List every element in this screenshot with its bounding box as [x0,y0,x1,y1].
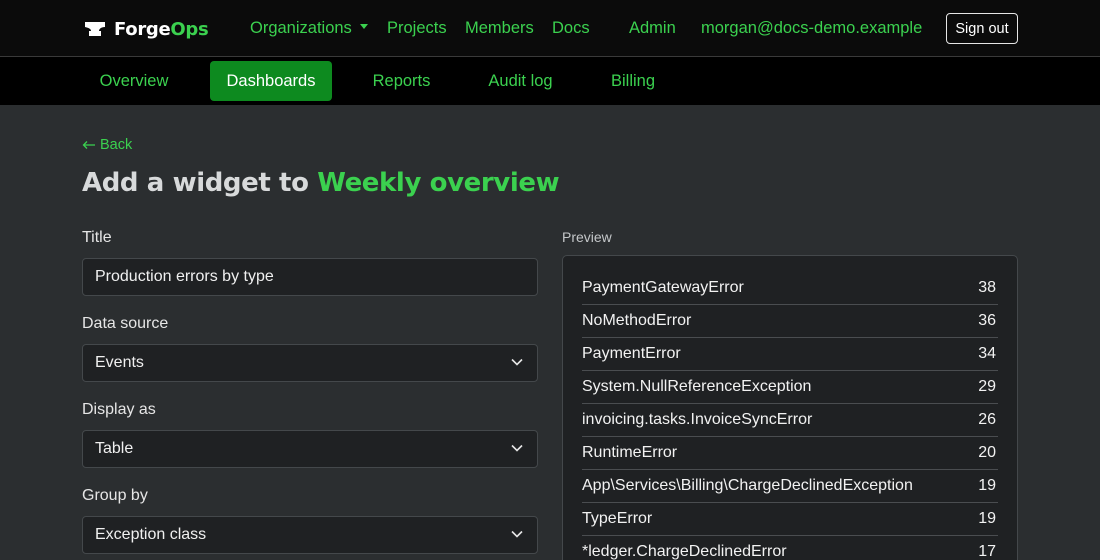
nav-members-wrap: Members [465,17,534,39]
nav-docs[interactable]: Docs [552,19,590,38]
nav-user-wrap: morgan@docs-demo.example [701,17,922,39]
table-row: PaymentError 34 [582,338,998,371]
row-exception-name: System.NullReferenceException [582,378,812,395]
back-link-label: Back [100,137,133,153]
arrow-left-icon [82,141,95,149]
page-title: Add a widget to Weekly overview [82,168,560,198]
row-count: 38 [978,279,996,296]
brand-name-ops: Ops [170,18,209,40]
data-source-label: Data source [82,315,169,332]
row-exception-name: PaymentGatewayError [582,279,744,296]
table-row: invoicing.tasks.InvoiceSyncError 26 [582,404,998,437]
data-source-select[interactable]: Events [82,344,538,382]
tab-overview[interactable]: Overview [82,61,186,101]
display-as-label: Display as [82,401,156,418]
anvil-icon [85,22,105,36]
row-exception-name: NoMethodError [582,312,692,329]
brand-name: ForgeOps [114,18,209,40]
table-row: App\Services\Billing\ChargeDeclinedExcep… [582,470,998,503]
group-by-value: Exception class [95,526,207,543]
nav-admin-wrap: Admin [629,17,676,39]
nav-projects-wrap: Projects [387,17,447,39]
row-count: 17 [978,543,996,560]
row-exception-name: invoicing.tasks.InvoiceSyncError [582,411,813,428]
table-row: TypeError 19 [582,503,998,536]
chevron-down-icon [511,358,523,366]
row-count: 36 [978,312,996,329]
nav-docs-wrap: Docs [552,17,590,39]
tab-dashboards[interactable]: Dashboards [210,61,332,101]
user-email-link[interactable]: morgan@docs-demo.example [701,19,922,38]
brand-name-forge: Forge [114,18,171,40]
tab-billing[interactable]: Billing [594,61,672,101]
table-row: System.NullReferenceException 29 [582,371,998,404]
preview-label: Preview [562,229,612,245]
row-count: 26 [978,411,996,428]
row-exception-name: PaymentError [582,345,681,362]
row-exception-name: TypeError [582,510,653,527]
row-exception-name: RuntimeError [582,444,678,461]
nav-organizations[interactable]: Organizations [250,17,368,39]
nav-admin[interactable]: Admin [629,19,676,38]
row-count: 29 [978,378,996,395]
chevron-down-icon [511,444,523,452]
chevron-down-icon [511,530,523,538]
row-count: 20 [978,444,996,461]
row-count: 19 [978,510,996,527]
data-source-value: Events [95,354,144,371]
group-by-label: Group by [82,487,148,504]
title-input[interactable] [82,258,538,296]
table-row: NoMethodError 36 [582,305,998,338]
group-by-select[interactable]: Exception class [82,516,538,554]
row-exception-name: App\Services\Billing\ChargeDeclinedExcep… [582,477,913,494]
table-row: PaymentGatewayError 38 [582,272,998,305]
table-row: *ledger.ChargeDeclinedError 17 [582,536,998,560]
nav-members[interactable]: Members [465,19,534,38]
section-tabs: Overview Dashboards Reports Audit log Bi… [0,57,1100,105]
display-as-select[interactable]: Table [82,430,538,468]
display-as-value: Table [95,440,134,457]
title-label: Title [82,229,112,246]
page-title-prefix: Add a widget to [82,168,318,198]
tab-reports[interactable]: Reports [356,61,447,101]
brand-logo[interactable]: ForgeOps [84,18,209,40]
nav-organizations-label: Organizations [250,18,352,37]
back-link[interactable]: Back [82,137,132,153]
table-row: RuntimeError 20 [582,437,998,470]
chevron-down-icon [359,23,368,29]
top-bar: ForgeOps Organizations Projects Members … [0,0,1100,57]
nav-projects[interactable]: Projects [387,19,447,38]
sign-out-button[interactable]: Sign out [946,13,1018,44]
preview-table: PaymentGatewayError 38 NoMethodError 36 … [562,255,1018,560]
dashboard-name: Weekly overview [317,168,560,198]
row-exception-name: *ledger.ChargeDeclinedError [582,543,787,560]
row-count: 19 [978,477,996,494]
row-count: 34 [978,345,996,362]
tab-audit-log[interactable]: Audit log [471,61,570,101]
